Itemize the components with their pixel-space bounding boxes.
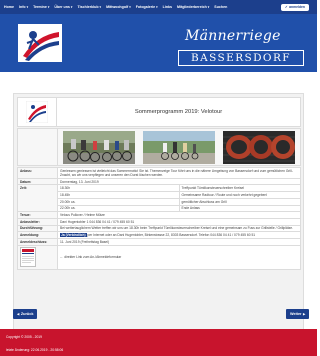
next-button[interactable]: Weiter ▶ bbox=[286, 309, 310, 319]
top-navigation: Home Info▾ Termine▾ Über uns▾ Tischlerkl… bbox=[0, 0, 317, 14]
bicycle-group-photo[interactable] bbox=[63, 130, 135, 164]
anlass-label: Anlass: bbox=[17, 167, 58, 179]
form-doc-cell bbox=[17, 244, 58, 271]
brand-script-title: Männerriege bbox=[185, 28, 281, 44]
event-title-row: Sommerprogramm 2019: Velotour bbox=[17, 97, 301, 127]
site-footer: Copyright © 2005 - 2019 letzte Änderung:… bbox=[0, 329, 317, 356]
chevron-left-icon: ◀ bbox=[17, 312, 20, 316]
chevron-down-icon: ▾ bbox=[156, 5, 158, 9]
zeit-text: Treffpunkt Tümlikonsteuerschreiber Kreis… bbox=[178, 184, 301, 193]
document-icon[interactable] bbox=[20, 247, 36, 268]
nav-item-suchen[interactable]: Suchen bbox=[214, 5, 227, 9]
chevron-down-icon: ▾ bbox=[70, 5, 73, 9]
table-row: Anmeldung: Ja (Verbindlich) per Internet… bbox=[17, 231, 301, 239]
table-row: Tenue: Velous Pullover / Helme Mütze bbox=[17, 211, 301, 219]
anlassleiter-value: Dani Hugentobler 1 044 836 04 41 / 079 4… bbox=[57, 217, 301, 226]
chevron-down-icon: ▾ bbox=[47, 5, 50, 9]
nav-item-info[interactable]: Info▾ bbox=[19, 5, 28, 9]
event-title-cell: Sommerprogramm 2019: Velotour bbox=[57, 97, 301, 127]
table-row: 22.00h ca. Ende Anlass bbox=[18, 204, 301, 213]
durchfuehrung-label: Durchführung: bbox=[17, 224, 58, 233]
zeit-time: 18.30h bbox=[57, 184, 180, 193]
nav-item-links[interactable]: Links bbox=[163, 5, 172, 9]
chevron-down-icon: ▾ bbox=[207, 5, 210, 9]
club-logo-icon bbox=[26, 101, 48, 123]
event-panel: Sommerprogramm 2019: Velotour Anlass: Ge… bbox=[13, 93, 304, 355]
table-row: Zeit: 18.30h Treffpunkt Tümlikonsteuersc… bbox=[17, 184, 301, 213]
photo-row bbox=[17, 128, 301, 166]
nav-item-home[interactable]: Home bbox=[4, 5, 14, 9]
zeit-label: Zeit: bbox=[17, 184, 58, 213]
zeit-time: 18.45h bbox=[57, 191, 180, 199]
anlass-value: Geniessen geniessen ist vielleicht das S… bbox=[57, 167, 301, 179]
anmeldung-text: per Internet oder an Dani Hugentobler, B… bbox=[87, 233, 256, 238]
event-title: Sommerprogramm 2019: Velotour bbox=[134, 109, 223, 115]
site-logo[interactable] bbox=[18, 24, 62, 62]
chevron-down-icon: ▾ bbox=[26, 5, 29, 9]
nav-item-mitgliederbereich[interactable]: Mitgliederbereich▾ bbox=[177, 5, 209, 9]
site-header: Männerriege BASSERSDORF bbox=[0, 14, 317, 72]
chevron-down-icon: ▾ bbox=[99, 5, 102, 9]
nav-item-mittwochgolf[interactable]: Mittwochgolf▾ bbox=[106, 5, 131, 9]
form-link[interactable]: ← direkter Link zum An-/Abmeldeformular bbox=[57, 244, 301, 271]
anmeldung-tag: Ja (Verbindlich) bbox=[60, 233, 87, 238]
login-button[interactable]: ✓ anmelden bbox=[280, 3, 309, 11]
zeit-time: 20.00h ca. bbox=[57, 197, 180, 206]
table-row: Anlass: Geniessen geniessen ist vielleic… bbox=[17, 167, 301, 179]
nav-item-tischlerklub[interactable]: Tischlerklub▾ bbox=[77, 5, 101, 9]
table-row: Anlassleiter: Dani Hugentobler 1 044 836… bbox=[17, 217, 301, 226]
tenue-label: Tenue: bbox=[17, 211, 58, 219]
zeit-text: Ende Anlass bbox=[178, 204, 301, 213]
footer-copyright: Copyright © 2005 - 2019 bbox=[6, 335, 42, 339]
durchfuehrung-value: Bei wettertauglichem Wetter treffen wir … bbox=[57, 224, 301, 233]
table-row: Durchführung: Bei wettertauglichem Wette… bbox=[17, 224, 301, 233]
datum-label: Datum: bbox=[17, 177, 58, 186]
table-row: 18.45h Gemeinsame Radtour / Route und no… bbox=[18, 191, 301, 199]
event-logo-cell bbox=[17, 97, 57, 127]
table-row: Anmeldeschluss: 11. Juni 2019 (Freiheits… bbox=[17, 237, 301, 246]
nav-item-termine[interactable]: Termine▾ bbox=[33, 5, 49, 9]
grilled-sausages-photo[interactable] bbox=[223, 130, 295, 164]
anmeldeschluss-value: 11. Juni 2019 (Freiheitstag Basel) bbox=[57, 237, 301, 246]
back-label: Zurück bbox=[20, 312, 34, 316]
table-row: 20.00h ca. gemütlicher Abschluss am Gril… bbox=[18, 197, 301, 206]
footer-last-change: letzte Änderung: 22.06.2019 - 20:58:06 bbox=[6, 348, 64, 352]
datum-value: Donnerstag, 13. Juni 2019 bbox=[57, 177, 301, 186]
zeit-text: Gemeinsame Radtour / Route und noch verk… bbox=[178, 191, 301, 199]
chevron-down-icon: ▾ bbox=[129, 5, 131, 9]
anmeldung-value: Ja (Verbindlich) per Internet oder an Da… bbox=[57, 231, 301, 239]
back-button[interactable]: ◀ Zurück bbox=[13, 309, 38, 319]
table-row: ← direkter Link zum An-/Abmeldeformular bbox=[17, 244, 301, 271]
nav-item-fotogalerie[interactable]: Fotogalerie▾ bbox=[136, 5, 158, 9]
zeit-text: gemütlicher Abschluss am Grill bbox=[178, 197, 301, 206]
anmeldeschluss-label: Anmeldeschluss: bbox=[17, 237, 58, 246]
brand-box-title: BASSERSDORF bbox=[178, 50, 304, 66]
check-icon: ✓ bbox=[284, 5, 288, 9]
table-row: Datum: Donnerstag, 13. Juni 2019 bbox=[17, 177, 301, 186]
next-label: Weiter bbox=[290, 312, 302, 316]
chevron-right-icon: ▶ bbox=[303, 312, 306, 316]
zeit-time: 22.00h ca. bbox=[57, 204, 180, 213]
photo-row-spacer bbox=[18, 129, 58, 165]
tenue-value: Velous Pullover / Helme Mütze bbox=[57, 211, 301, 219]
event-details-table: Anlass: Geniessen geniessen ist vielleic… bbox=[17, 167, 301, 271]
nav-item-ueber-uns[interactable]: Über uns▾ bbox=[54, 5, 72, 9]
cyclists-road-photo[interactable] bbox=[143, 130, 215, 164]
anmeldung-label: Anmeldung: bbox=[17, 231, 58, 239]
photo-strip bbox=[58, 129, 300, 165]
login-label: anmelden bbox=[289, 5, 305, 9]
anlassleiter-label: Anlassleiter: bbox=[17, 217, 58, 226]
